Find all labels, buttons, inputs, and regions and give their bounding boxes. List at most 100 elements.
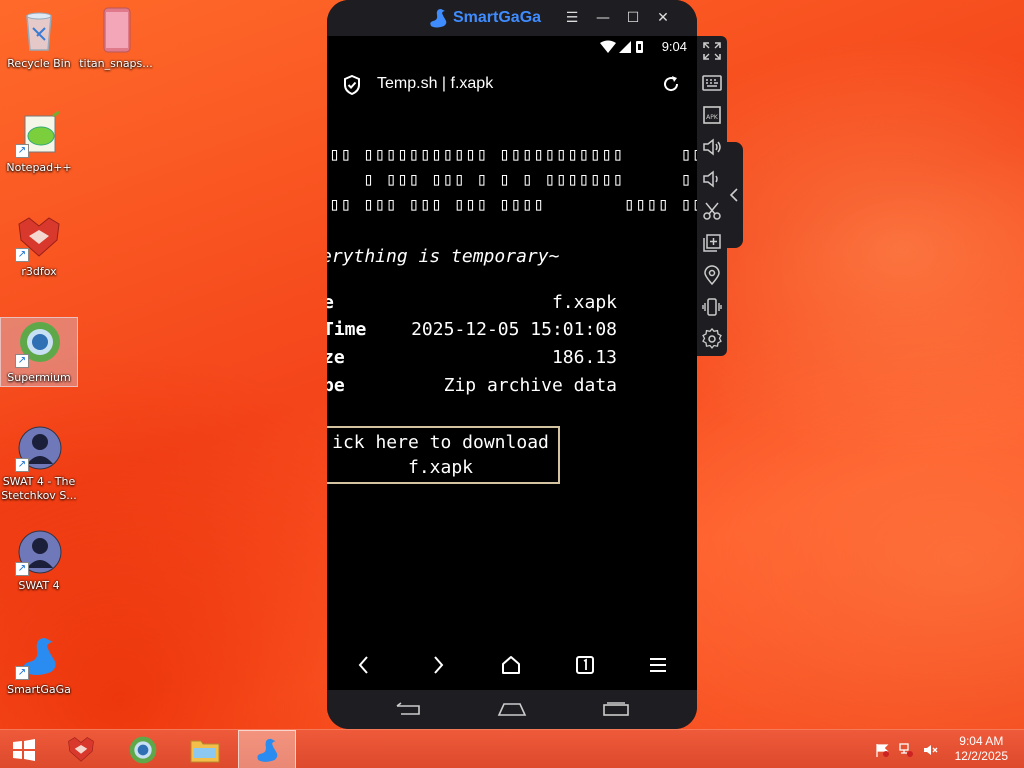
- file-info-value: 2025-12-05 15:01:08: [411, 319, 617, 340]
- taskbar-date: 12/2/2025: [954, 749, 1008, 763]
- forward-icon[interactable]: [425, 652, 451, 678]
- file-info-value: f.xapk: [551, 292, 617, 313]
- home-icon[interactable]: [498, 652, 524, 678]
- shortcut-arrow-icon: ↗: [15, 458, 29, 472]
- toolbar-collapse-tab[interactable]: [725, 142, 743, 248]
- emulator-window: SmartGaGa ☰ — ☐ ✕ 9:04 Temp.sh | f.xapk …: [327, 0, 697, 729]
- swat4-game-icon: ↗: [15, 528, 63, 576]
- android-back-icon[interactable]: [393, 700, 423, 718]
- download-button[interactable]: ick here to download f.xapk: [327, 426, 560, 484]
- file-info-row: pe Zip archive data: [327, 375, 617, 401]
- page-title[interactable]: Temp.sh | f.xapk: [377, 75, 493, 93]
- smartgaga-logo-icon: [430, 9, 447, 28]
- emulator-app-name: SmartGaGa: [453, 9, 542, 26]
- settings-gear-icon[interactable]: [701, 328, 723, 350]
- r3dfox-icon: ↗: [15, 214, 63, 262]
- desktop-icon-label: Supermium: [7, 371, 71, 384]
- file-info-key: Time: [327, 319, 367, 340]
- action-center-flag-icon[interactable]: [874, 742, 890, 758]
- android-status-bar: 9:04: [327, 36, 697, 58]
- taskbar-clock[interactable]: 9:04 AM 12/2/2025: [955, 734, 1008, 764]
- taskbar-file-explorer[interactable]: [176, 730, 234, 768]
- taskbar-supermium[interactable]: [114, 730, 172, 768]
- file-info-row: ze 186.13: [327, 347, 617, 373]
- volume-down-icon[interactable]: [701, 168, 723, 190]
- desktop-icon-r3dfox[interactable]: ↗ r3dfox: [1, 212, 77, 279]
- android-nav-bar: [327, 690, 697, 729]
- file-info-row: Time 2025-12-05 15:01:08: [327, 319, 617, 345]
- notepad-plus-plus-icon: ↗: [15, 110, 63, 158]
- folder-icon: [190, 740, 220, 763]
- emulator-title-bar[interactable]: SmartGaGa ☰ — ☐ ✕: [327, 0, 697, 36]
- svg-text:APK: APK: [706, 114, 719, 121]
- reload-icon[interactable]: [661, 74, 681, 94]
- desktop-icon-titan-snaps[interactable]: titan_snaps...: [78, 4, 154, 71]
- maximize-icon[interactable]: ☐: [623, 8, 643, 28]
- supermium-icon: ↗: [15, 320, 63, 368]
- menu-icon[interactable]: ☰: [562, 8, 582, 28]
- ascii-banner-line: ▯ ▯▯▯ ▯▯▯ ▯ ▯ ▯ ▯▯▯▯▯▯▯ ▯: [329, 169, 692, 190]
- desktop-icon-smartgaga[interactable]: ↗ SmartGaGa: [1, 630, 77, 697]
- swat4-game-icon: ↗: [15, 424, 63, 472]
- android-recents-icon[interactable]: [601, 700, 631, 718]
- recycle-bin-icon: [15, 6, 63, 54]
- supermium-icon: [129, 736, 157, 764]
- shield-icon[interactable]: [343, 75, 361, 95]
- shortcut-arrow-icon: ↗: [15, 354, 29, 368]
- shortcut-arrow-icon: ↗: [15, 562, 29, 576]
- smartgaga-swan-icon: ↗: [15, 632, 63, 680]
- shortcut-arrow-icon: ↗: [15, 666, 29, 680]
- smartgaga-swan-icon: [257, 738, 278, 762]
- tabs-count-icon[interactable]: [572, 652, 598, 678]
- r3dfox-icon: [68, 737, 94, 762]
- file-info-value: 186.13: [551, 347, 617, 368]
- network-icon[interactable]: [898, 742, 914, 758]
- tagline: erything is temporary~: [327, 246, 560, 267]
- download-button-text: ick here to download: [332, 432, 549, 453]
- volume-up-icon[interactable]: [701, 136, 723, 158]
- location-icon[interactable]: [701, 264, 723, 286]
- android-home-icon[interactable]: [497, 700, 527, 718]
- desktop-icon-supermium[interactable]: ↗ Supermium: [0, 317, 78, 387]
- desktop-icon-label: SWAT 4: [18, 579, 60, 592]
- keyboard-icon[interactable]: [701, 72, 723, 94]
- file-info-key: ze: [327, 347, 345, 368]
- desktop-icon-recycle-bin[interactable]: Recycle Bin: [1, 4, 77, 71]
- image-file-icon: [92, 6, 140, 54]
- browser-menu-icon[interactable]: [645, 652, 671, 678]
- shake-icon[interactable]: [701, 296, 723, 318]
- download-button-filename: f.xapk: [407, 457, 474, 478]
- desktop-icon-swat4-stetchkov[interactable]: ↗ SWAT 4 - The Stetchkov S...: [1, 422, 77, 503]
- windows-taskbar: 9:04 AM 12/2/2025: [0, 729, 1024, 768]
- desktop-icon-label: Recycle Bin: [7, 57, 71, 70]
- desktop-icon-label: titan_snaps...: [79, 57, 153, 70]
- shortcut-arrow-icon: ↗: [15, 248, 29, 262]
- apk-install-icon[interactable]: APK: [701, 104, 723, 126]
- file-info-row: e f.xapk: [327, 292, 617, 318]
- chevron-left-icon[interactable]: [728, 187, 740, 203]
- desktop-icon-notepad-plus-plus[interactable]: ↗ Notepad++: [1, 108, 77, 175]
- desktop-icon-label: SWAT 4 - The Stetchkov S...: [1, 475, 77, 502]
- browser-url-bar[interactable]: Temp.sh | f.xapk: [327, 58, 697, 112]
- scissors-icon[interactable]: [701, 200, 723, 222]
- windows-logo-icon: [13, 739, 35, 761]
- desktop-icon-label: Notepad++: [6, 161, 72, 174]
- desktop-icon-label: SmartGaGa: [7, 683, 71, 696]
- browser-nav-bar: [327, 640, 697, 690]
- fullscreen-icon[interactable]: [701, 40, 723, 62]
- web-page-content: ▯▯ ▯▯▯▯▯▯▯▯▯▯▯ ▯▯▯▯▯▯▯▯▯▯▯ ▯▯ ▯ ▯▯▯ ▯▯▯ …: [327, 112, 697, 640]
- file-info-key: e: [327, 292, 334, 313]
- multi-instance-icon[interactable]: [701, 232, 723, 254]
- back-icon[interactable]: [351, 652, 377, 678]
- desktop-icon-swat4[interactable]: ↗ SWAT 4: [1, 526, 77, 593]
- minimize-icon[interactable]: —: [593, 8, 613, 28]
- close-icon[interactable]: ✕: [653, 8, 673, 28]
- volume-muted-icon[interactable]: [922, 742, 938, 758]
- taskbar-smartgaga[interactable]: [238, 730, 296, 768]
- ascii-banner-line: ▯▯ ▯▯▯ ▯▯▯ ▯▯▯ ▯▯▯▯ ▯▯▯▯ ▯▯: [329, 194, 697, 215]
- taskbar-r3dfox[interactable]: [52, 730, 110, 768]
- file-info-key: pe: [327, 375, 345, 396]
- emulator-side-toolbar: APK: [697, 36, 727, 356]
- signal-battery-icons: [600, 40, 643, 53]
- start-button[interactable]: [0, 730, 48, 768]
